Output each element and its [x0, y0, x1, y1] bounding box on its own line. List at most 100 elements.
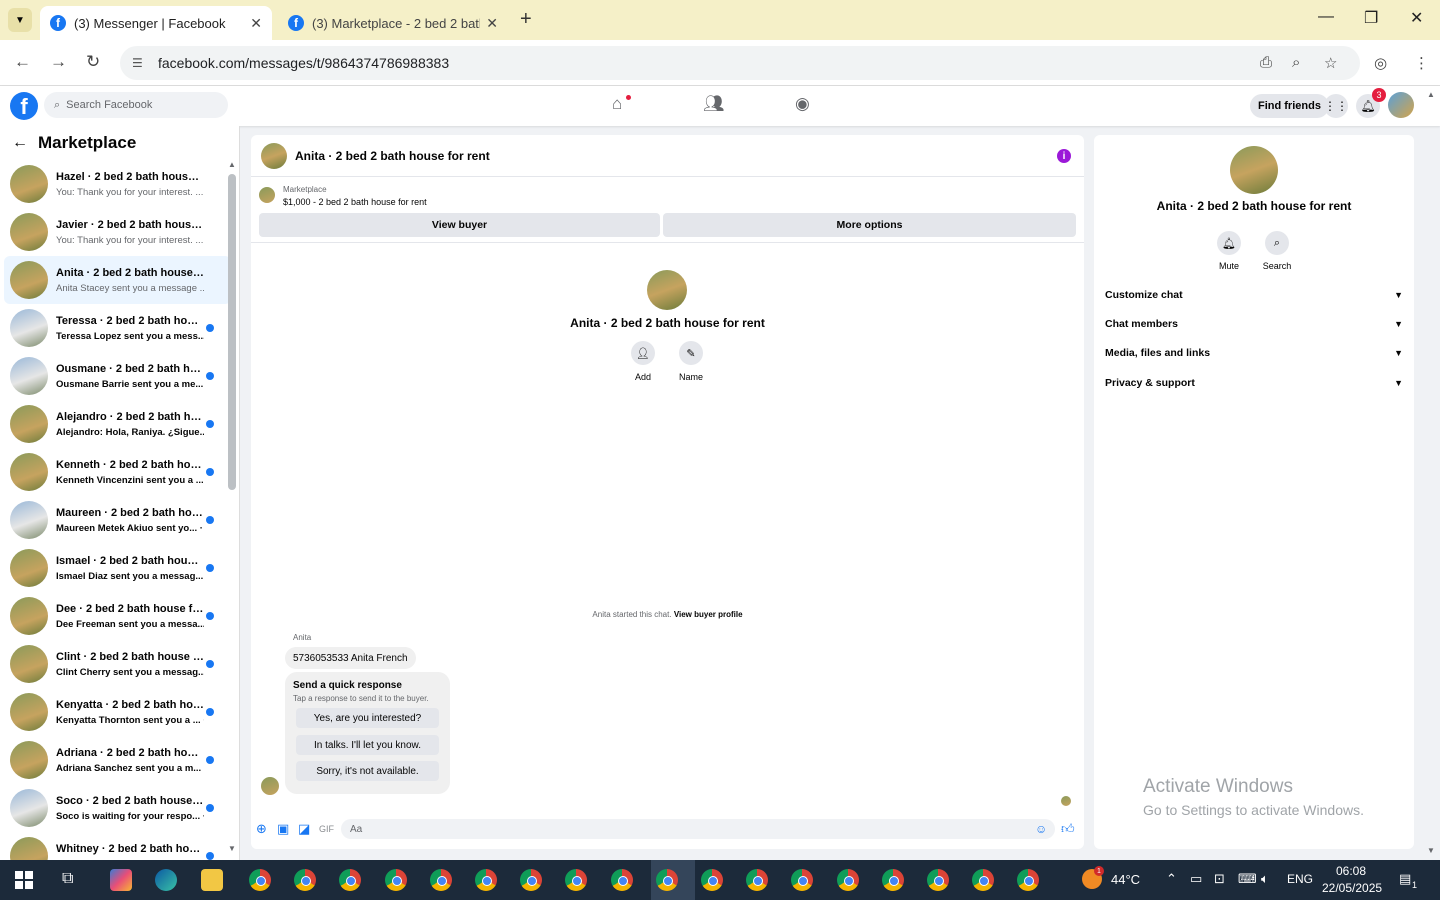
listing-price[interactable]: $1,000 - 2 bed 2 bath house for rent — [283, 197, 427, 207]
view-buyer-button[interactable]: View buyer — [259, 213, 660, 237]
chrome-window-icon[interactable] — [520, 869, 543, 891]
sidebar-scrollbar[interactable] — [228, 174, 236, 490]
chrome-window-icon[interactable] — [881, 869, 904, 891]
chrome-window-icon[interactable] — [1017, 869, 1040, 891]
conversation-item[interactable]: Ousmane · 2 bed 2 bath hous... Ousmane Ba… — [4, 352, 231, 400]
copilot-icon[interactable] — [110, 869, 132, 891]
scroll-up-icon[interactable]: ▲ — [228, 160, 236, 169]
add-action[interactable]: 👤︎ Add — [623, 341, 663, 382]
conversation-item[interactable]: Teressa · 2 bed 2 bath house f... Teressa… — [4, 304, 231, 352]
conversation-item[interactable]: Maureen · 2 bed 2 bath hous... Maureen Me… — [4, 496, 231, 544]
chrome-window-icon[interactable] — [429, 869, 452, 891]
chat-title[interactable]: Anita · 2 bed 2 bath house for rent — [295, 149, 490, 163]
emoji-icon[interactable]: ☺ — [1035, 822, 1047, 836]
chrome-window-icon[interactable] — [475, 869, 497, 891]
close-tab-icon[interactable]: ✕ — [250, 15, 262, 32]
address-bar[interactable]: ☰ facebook.com/messages/t/98643747869883… — [120, 46, 1360, 80]
conversation-item[interactable]: Soco · 2 bed 2 bath house for... Soco is … — [4, 784, 231, 832]
gif-icon[interactable]: GIF — [319, 824, 334, 834]
conversation-item[interactable]: Hazel · 2 bed 2 bath house for ... You: T… — [4, 160, 231, 208]
quick-response-button[interactable]: In talks. I'll let you know. — [296, 735, 439, 755]
message-input[interactable]: Aa — [341, 819, 1055, 839]
media-files-links-row[interactable]: Media, files and links ▼ — [1105, 343, 1403, 363]
windows-start-icon[interactable] — [15, 871, 33, 889]
chrome-window-icon[interactable] — [565, 869, 588, 891]
show-hidden-icons-icon[interactable]: ⌃ — [1166, 871, 1177, 887]
bell-icon[interactable]: 🔔︎ — [1217, 231, 1241, 255]
friends-icon[interactable]: 👥︎ — [703, 94, 725, 114]
customize-chat-row[interactable]: Customize chat ▼ — [1105, 285, 1403, 305]
chrome-window-icon[interactable] — [701, 869, 723, 891]
page-scroll-down-icon[interactable]: ▼ — [1427, 846, 1435, 855]
chrome-window-icon[interactable] — [791, 869, 814, 891]
display-icon[interactable]: ⊡ — [1214, 871, 1225, 887]
tab-marketplace[interactable]: f (3) Marketplace - 2 bed 2 bath h ✕ — [278, 6, 508, 40]
restore-icon[interactable]: ❐ — [1364, 8, 1378, 28]
conversation-item[interactable]: Clint · 2 bed 2 bath house for... Clint C… — [4, 640, 231, 688]
search-action[interactable]: ⌕ Search — [1255, 231, 1299, 271]
chrome-window-icon[interactable] — [927, 869, 949, 891]
quick-response-button[interactable]: Sorry, it's not available. — [296, 761, 439, 781]
thumbs-up-icon[interactable]: 👍︎ — [1061, 821, 1075, 837]
network-icon[interactable]: ⌨ — [1238, 871, 1257, 887]
back-icon[interactable]: ← — [14, 52, 31, 72]
chrome-window-icon[interactable] — [339, 869, 362, 891]
file-explorer-icon[interactable] — [201, 869, 223, 891]
conversation-item[interactable]: Kenyatta · 2 bed 2 bath hous... Kenyatta … — [4, 688, 231, 736]
pencil-icon[interactable]: ✎ — [679, 341, 703, 365]
bookmark-star-icon[interactable]: ☆ — [1324, 54, 1337, 72]
home-icon[interactable]: ⌂ — [612, 94, 622, 114]
edge-browser-icon[interactable] — [155, 869, 177, 891]
task-view-icon[interactable]: ⧉ — [62, 870, 73, 888]
temperature[interactable]: 44°C — [1111, 872, 1140, 887]
chrome-window-icon[interactable] — [249, 869, 271, 891]
conversation-item[interactable]: Ismael · 2 bed 2 bath house f... Ismael D… — [4, 544, 231, 592]
view-buyer-profile-link[interactable]: View buyer profile — [674, 610, 743, 619]
find-friends-button[interactable]: Find friends — [1250, 94, 1329, 118]
chrome-window-icon[interactable] — [836, 869, 859, 891]
photo-icon[interactable]: ▣ — [277, 821, 289, 837]
conversation-item[interactable]: Anita · 2 bed 2 bath house for r... Anita… — [4, 256, 231, 304]
conversation-item[interactable]: Javier · 2 bed 2 bath house for ... You: … — [4, 208, 231, 256]
mute-action[interactable]: 🔔︎ Mute — [1207, 231, 1251, 271]
more-options-button[interactable]: More options — [663, 213, 1076, 237]
chrome-window-icon[interactable] — [610, 869, 633, 891]
new-tab-button[interactable]: + — [520, 8, 532, 31]
facebook-logo-icon[interactable]: f — [10, 92, 38, 120]
zoom-icon[interactable]: ⌕ — [1292, 54, 1300, 71]
add-person-icon[interactable]: 👤︎ — [631, 341, 655, 365]
chrome-window-icon[interactable] — [655, 869, 678, 891]
install-app-icon[interactable]: ⎙ — [1260, 54, 1272, 71]
close-tab-icon[interactable]: ✕ — [486, 15, 498, 32]
more-menu-icon[interactable]: ⋮ — [1414, 54, 1429, 72]
clock-date[interactable]: 22/05/2025 — [1322, 881, 1382, 895]
close-window-icon[interactable]: ✕ — [1410, 8, 1423, 28]
conversation-item[interactable]: Dee · 2 bed 2 bath house for ... Dee Free… — [4, 592, 231, 640]
menu-grid-icon[interactable]: ⋮⋮ — [1324, 94, 1348, 118]
name-action[interactable]: ✎ Name — [671, 341, 711, 382]
account-avatar[interactable] — [1388, 92, 1414, 118]
plus-circle-icon[interactable]: ⊕ — [256, 821, 267, 837]
site-info-icon[interactable]: ☰ — [132, 56, 148, 70]
scroll-down-icon[interactable]: ▼ — [228, 844, 236, 853]
profile-icon[interactable]: ◎ — [1374, 54, 1387, 72]
chrome-window-icon[interactable] — [746, 869, 769, 891]
chat-members-row[interactable]: Chat members ▼ — [1105, 314, 1403, 334]
listing-thumbnail[interactable] — [259, 187, 275, 203]
meet-now-icon[interactable]: ▭ — [1190, 871, 1202, 887]
language-indicator[interactable]: ENG — [1287, 872, 1313, 886]
reload-icon[interactable]: ↻ — [86, 52, 100, 72]
volume-icon[interactable]: 🔈︎ — [1261, 871, 1269, 887]
message-bubble[interactable]: 5736053533 Anita French — [285, 647, 416, 669]
info-icon[interactable]: i — [1057, 149, 1071, 163]
privacy-support-row[interactable]: Privacy & support ▼ — [1105, 373, 1403, 393]
notification-center-icon[interactable]: ▤ — [1399, 871, 1411, 887]
details-avatar[interactable] — [1230, 146, 1278, 194]
conversation-item[interactable]: Adriana · 2 bed 2 bath house ... Adriana … — [4, 736, 231, 784]
back-arrow-icon[interactable]: ← — [12, 134, 28, 152]
conversation-item[interactable]: Kenneth · 2 bed 2 bath house... Kenneth V… — [4, 448, 231, 496]
forward-icon[interactable]: → — [50, 52, 67, 72]
quick-response-button[interactable]: Yes, are you interested? — [296, 708, 439, 728]
conversation-item[interactable]: Whitney · 2 bed 2 bath house...Whitney i… — [4, 832, 231, 860]
tab-search-dropdown[interactable]: ▼ — [8, 8, 32, 32]
